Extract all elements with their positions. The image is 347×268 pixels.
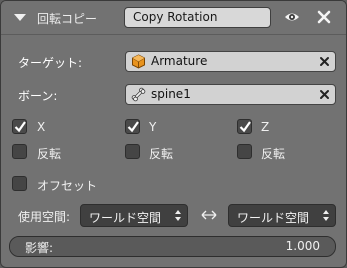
updown-arrows-icon xyxy=(323,210,329,221)
target-space-value: ワールド空間 xyxy=(237,211,310,225)
axis-x-checkbox[interactable] xyxy=(12,119,27,134)
updown-arrows-icon xyxy=(175,210,181,221)
bone-icon xyxy=(131,87,146,102)
axis-z-checkbox[interactable] xyxy=(237,119,252,134)
constraint-panel: 回転コピー Copy Rotation ターゲット: Armature ボーン: xyxy=(0,0,347,268)
invert-x-label: 反転 xyxy=(37,147,62,161)
swap-arrows-icon xyxy=(201,210,217,220)
influence-label: 影響: xyxy=(25,241,54,255)
influence-slider[interactable]: 影響: 1.000 xyxy=(9,236,336,257)
target-value: Armature xyxy=(151,54,208,68)
offset-label: オフセット xyxy=(37,179,98,193)
influence-value: 1.000 xyxy=(285,239,320,253)
axis-z-label: Z xyxy=(261,120,270,134)
axis-y-label: Y xyxy=(149,120,157,134)
close-icon[interactable] xyxy=(317,10,331,24)
clear-icon[interactable] xyxy=(319,56,330,67)
target-space-dropdown[interactable]: ワールド空間 xyxy=(228,204,336,227)
owner-space-value: ワールド空間 xyxy=(89,211,162,225)
axis-y-checkbox[interactable] xyxy=(125,119,140,134)
armature-object-icon xyxy=(132,54,145,69)
invert-y-checkbox[interactable] xyxy=(125,144,140,159)
constraint-type-label: 回転コピー xyxy=(37,12,98,26)
invert-z-label: 反転 xyxy=(261,147,286,161)
owner-space-dropdown[interactable]: ワールド空間 xyxy=(80,204,188,227)
bone-field[interactable]: spine1 xyxy=(125,84,336,105)
invert-x-checkbox[interactable] xyxy=(12,144,27,159)
bone-value: spine1 xyxy=(151,87,191,101)
clear-icon[interactable] xyxy=(319,89,330,100)
target-label: ターゲット: xyxy=(18,56,83,70)
eye-icon[interactable] xyxy=(284,10,300,24)
space-label: 使用空間: xyxy=(18,210,71,224)
offset-checkbox[interactable] xyxy=(12,176,27,191)
constraint-name-field[interactable]: Copy Rotation xyxy=(124,7,271,28)
axis-x-label: X xyxy=(37,120,46,134)
constraint-header: 回転コピー Copy Rotation xyxy=(1,1,346,35)
target-field[interactable]: Armature xyxy=(125,51,336,72)
bone-label: ボーン: xyxy=(18,89,58,103)
invert-z-checkbox[interactable] xyxy=(237,144,252,159)
invert-y-label: 反転 xyxy=(149,147,174,161)
chevron-down-icon[interactable] xyxy=(14,14,26,21)
